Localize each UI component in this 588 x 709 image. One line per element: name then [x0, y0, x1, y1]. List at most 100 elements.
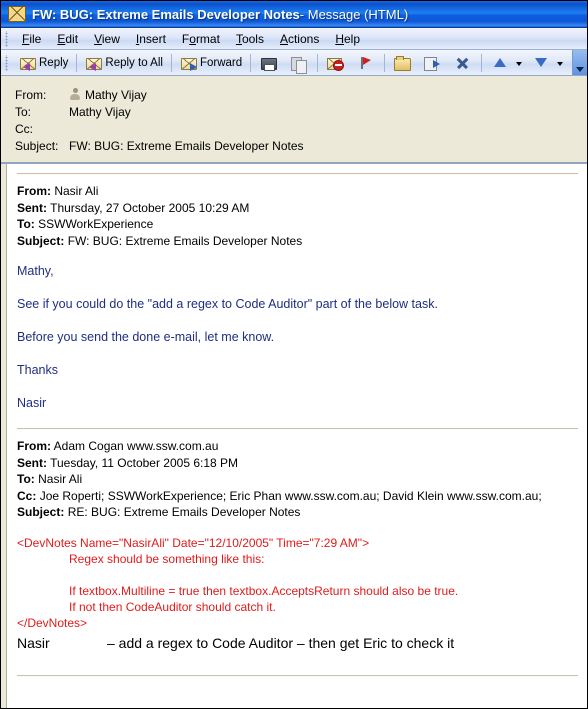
devnotes-close-tag: </DevNotes> [17, 615, 88, 630]
toolbar-separator [170, 53, 172, 72]
previous-dropdown-icon[interactable] [515, 55, 524, 71]
toolbar-gripper[interactable] [4, 54, 11, 71]
final-task-name: Nasir [17, 634, 50, 651]
reply-button-label: Reply [39, 56, 69, 69]
contact-person-icon [69, 88, 81, 101]
devnotes-open-tag: <DevNotes Name="NasirAli" Date="12/10/20… [17, 535, 370, 550]
subject-value: FW: BUG: Extreme Emails Developer Notes [69, 138, 304, 153]
from-value[interactable]: Mathy Vijay [85, 88, 147, 102]
envelope-row-cc: Cc: [1, 120, 587, 137]
orig-cc-label: Cc: [17, 488, 37, 503]
message-body[interactable]: From: Nasir Ali Sent: Thursday, 27 Octob… [7, 164, 587, 708]
previous-item-button[interactable] [485, 51, 515, 75]
reply-all-button-label: Reply to All [105, 56, 163, 69]
flag-button[interactable] [351, 51, 381, 75]
menu-item-file[interactable]: File [14, 30, 49, 48]
close-item-button[interactable] [448, 51, 478, 75]
orig-cc-value: Joe Roperti; SSWWorkExperience; Eric Pha… [39, 488, 542, 503]
fwd-to-label: To: [17, 217, 35, 231]
reply-button[interactable]: Reply [14, 51, 73, 75]
flag-icon [356, 55, 374, 71]
fwd-to-row: To: SSWWorkExperience [17, 216, 581, 233]
window-title-suffix: - Message (HTML) [299, 6, 409, 22]
envelope-header: From: Mathy Vijay To: Mathy Vijay Cc: Su… [1, 76, 587, 163]
menu-item-help[interactable]: Help [327, 30, 368, 48]
devnotes-line-2: If textbox.Multiline = true then textbox… [69, 583, 459, 598]
devnotes-block: <DevNotes Name="NasirAli" Date="12/10/20… [17, 535, 581, 631]
envelope-row-to: To: Mathy Vijay [1, 103, 587, 120]
next-item-button[interactable] [526, 51, 556, 75]
divider-top [17, 173, 578, 175]
reply-icon [19, 55, 37, 71]
body-paragraph: Before you send the done e-mail, let me … [17, 330, 275, 344]
orig-subject-row: Subject: RE: BUG: Extreme Emails Develop… [17, 504, 581, 521]
print-button[interactable] [254, 51, 284, 75]
fwd-from-label: From: [17, 184, 51, 198]
fwd-sent-value: Thursday, 27 October 2005 10:29 AM [50, 200, 250, 215]
to-value[interactable]: Mathy Vijay [69, 105, 131, 119]
menu-item-file-label: ile [29, 31, 42, 46]
move-to-folder-icon [423, 55, 441, 71]
fwd-subject-row: Subject: FW: BUG: Extreme Emails Develop… [17, 233, 581, 250]
next-item-icon [531, 55, 549, 71]
menu-item-insert[interactable]: Insert [128, 30, 174, 48]
envelope-icon [8, 6, 26, 22]
orig-to-label: To: [17, 472, 35, 486]
fwd-sent-row: Sent: Thursday, 27 October 2005 10:29 AM [17, 200, 581, 217]
devnotes-line-1: Regex should be something like this: [69, 551, 265, 566]
move-to-folder-button[interactable] [418, 51, 448, 75]
orig-from-label: From: [17, 439, 51, 453]
toolbar-separator [76, 53, 78, 72]
open-folder-icon [393, 55, 412, 71]
toolbar-separator [250, 53, 252, 72]
fwd-from-value: Nasir Ali [54, 184, 99, 198]
toolbar-separator [481, 53, 483, 72]
original-message-header: From: Adam Cogan www.ssw.com.au Sent: Tu… [17, 438, 581, 521]
body-paragraph: See if you could do the "add a regex to … [17, 297, 438, 311]
divider-original-message [17, 428, 578, 430]
reply-all-button[interactable]: Reply to All [80, 51, 168, 75]
copy-icon [289, 55, 308, 74]
toolbar-overflow-icon[interactable] [572, 50, 587, 75]
next-dropdown-icon[interactable] [556, 55, 565, 71]
orig-subject-label: Subject: [17, 505, 65, 519]
forward-button-label: Forward [199, 56, 243, 69]
menu-item-edit[interactable]: Edit [49, 30, 86, 48]
previous-item-icon [490, 55, 508, 71]
orig-cc-row: Cc: Joe Roperti; SSWWorkExperience; Eric… [17, 488, 581, 505]
copy-button[interactable] [284, 51, 314, 75]
divider-bottom [17, 674, 578, 677]
title-bar: FW: BUG: Extreme Emails Developer Notes … [1, 1, 587, 28]
envelope-row-from: From: Mathy Vijay [1, 86, 587, 103]
fwd-sent-label: Sent: [17, 200, 47, 215]
menu-bar: File Edit View Insert Format Tools Actio… [1, 28, 587, 50]
menu-item-actions[interactable]: Actions [272, 30, 327, 48]
to-label: To: [15, 104, 32, 119]
orig-to-value: Nasir Ali [38, 472, 83, 486]
forward-icon [180, 55, 198, 71]
final-task-text: – add a regex to Code Auditor – then get… [107, 634, 455, 651]
delete-message-button[interactable] [321, 51, 351, 75]
menu-gripper[interactable] [4, 30, 11, 47]
delete-x-icon [453, 55, 471, 71]
open-folder-button[interactable] [388, 51, 418, 75]
cc-label: Cc: [15, 121, 33, 136]
reply-all-icon [85, 55, 103, 71]
orig-sent-label: Sent: [17, 455, 47, 470]
menu-item-view[interactable]: View [86, 30, 128, 48]
toolbar-separator [384, 53, 386, 72]
fwd-subject-value: FW: BUG: Extreme Emails Developer Notes [67, 233, 303, 248]
menu-item-tools[interactable]: Tools [228, 30, 272, 48]
forward-button[interactable]: Forward [175, 51, 247, 75]
devnotes-line-3: If not then CodeAuditor should catch it. [69, 599, 276, 614]
subject-label: Subject: [15, 138, 59, 153]
fwd-from-row: From: Nasir Ali [17, 183, 581, 200]
orig-from-row: From: Adam Cogan www.ssw.com.au [17, 438, 581, 455]
orig-to-row: To: Nasir Ali [17, 471, 581, 488]
toolbar: Reply Reply to All Forward [1, 50, 587, 76]
orig-sent-value: Tuesday, 11 October 2005 6:18 PM [50, 455, 239, 470]
delete-icon [326, 55, 345, 71]
menu-item-format[interactable]: Format [174, 30, 228, 48]
body-paragraph: Mathy, [17, 264, 54, 278]
outlook-message-window: FW: BUG: Extreme Emails Developer Notes … [0, 0, 588, 709]
